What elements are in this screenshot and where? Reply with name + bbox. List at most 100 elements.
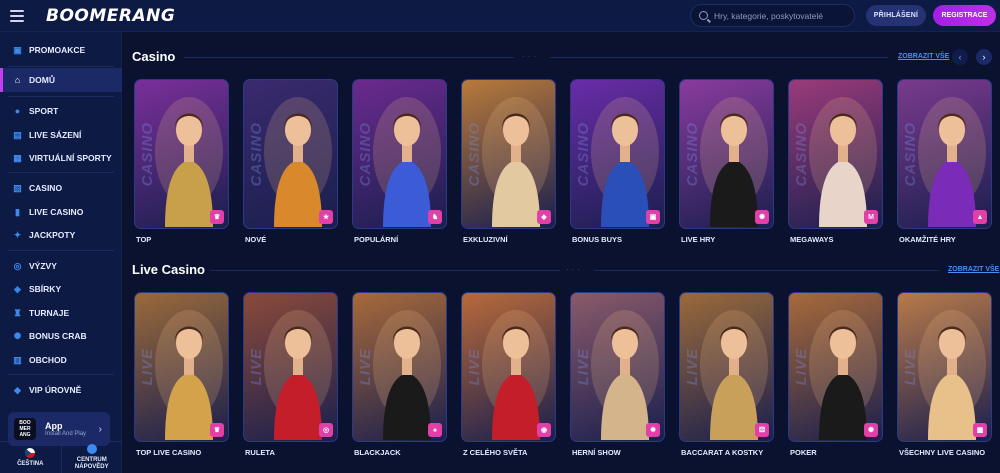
sidebar-item-live-casino[interactable]: ▮ LIVE CASINO (0, 200, 122, 224)
card-side-text: LIVE (139, 293, 156, 441)
game-category-card[interactable]: CASINO ♞ POPULÁRNÍ (352, 79, 447, 244)
card-label: LIVE HRY (681, 235, 716, 244)
wheel-icon: ✹ (646, 423, 660, 437)
character-illustration (809, 310, 877, 440)
sidebar-item-live-sazeni[interactable]: ▤ LIVE SÁZENÍ (0, 123, 122, 147)
card-label: TOP LIVE CASINO (136, 448, 202, 457)
sidebar-item-label: BONUS CRAB (29, 331, 87, 341)
live-casino-icon: ▮ (15, 206, 20, 217)
divider (8, 172, 114, 173)
sidebar-item-label: LIVE SÁZENÍ (29, 130, 82, 140)
sidebar-item-vip-urovne[interactable]: ◆ VIP ÚROVNĚ (0, 378, 122, 402)
game-category-card[interactable]: CASINO ✺ LIVE HRY (679, 79, 774, 244)
card-thumbnail: LIVE ▦ (897, 292, 992, 442)
section-dots: ··· (522, 52, 539, 61)
chip-icon: ✺ (864, 423, 878, 437)
game-category-card[interactable]: CASINO M MEGAWAYS (788, 79, 883, 244)
game-category-card[interactable]: LIVE ◉ Z CELÉHO SVĚTA (461, 292, 556, 457)
game-category-card[interactable]: LIVE ⚄ BACCARAT A KOSTKY (679, 292, 774, 457)
chevron-left-icon: ‹ (958, 52, 962, 62)
sidebar-item-label: LIVE CASINO (29, 207, 84, 217)
search-box[interactable] (690, 4, 855, 27)
register-button[interactable]: REGISTRACE (933, 5, 996, 26)
character-illustration (700, 310, 768, 440)
game-category-card[interactable]: CASINO ♛ TOP (134, 79, 229, 244)
sidebar-item-turnaje[interactable]: ♜ TURNAJE (0, 301, 122, 325)
divider (8, 250, 114, 251)
m-icon: M (864, 210, 878, 224)
card-thumbnail: LIVE ✺ (788, 292, 883, 442)
character-illustration (918, 310, 986, 440)
card-thumbnail: CASINO ♛ (134, 79, 229, 229)
game-category-card[interactable]: LIVE ◎ RULETA (243, 292, 338, 457)
help-center-button[interactable]: CENTRUM NÁPOVĚDY (60, 442, 123, 473)
card-thumbnail: LIVE ♛ (134, 292, 229, 442)
help-label: CENTRUM NÁPOVĚDY (74, 457, 109, 470)
card-side-text: CASINO (902, 80, 919, 228)
sidebar-item-promoakce[interactable]: ▣ PROMOAKCE (0, 38, 122, 62)
diamond-icon: ◆ (14, 384, 21, 395)
star-icon: ★ (319, 210, 333, 224)
game-category-card[interactable]: CASINO ▣ BONUS BUYS (570, 79, 665, 244)
sidebar-item-domu[interactable]: ⌂ DOMŮ (0, 68, 122, 92)
casino-next-button[interactable]: › (976, 49, 992, 65)
card-thumbnail: LIVE ♠ (352, 292, 447, 442)
game-category-card[interactable]: LIVE ▦ VŠECHNY LIVE CASINO (897, 292, 992, 457)
card-label: MEGAWAYS (790, 235, 834, 244)
grid-icon: ▦ (973, 423, 987, 437)
game-category-card[interactable]: LIVE ♛ TOP LIVE CASINO (134, 292, 229, 457)
sidebar-item-sbirky[interactable]: ◈ SBÍRKY (0, 277, 122, 301)
chevron-right-icon: › (982, 52, 986, 62)
app-logo: BOO MER ANG (14, 418, 36, 440)
trophy-icon: ♜ (13, 307, 22, 318)
game-category-card[interactable]: CASINO ▲ OKAMŽITÉ HRY (897, 79, 992, 244)
card-label: OKAMŽITÉ HRY (899, 235, 956, 244)
cards-icon: ▧ (13, 182, 22, 193)
character-illustration (482, 310, 550, 440)
card-label: VŠECHNY LIVE CASINO (899, 448, 986, 457)
search-input[interactable] (714, 10, 854, 21)
sidebar-item-bonus-crab[interactable]: ✺ BONUS CRAB (0, 324, 122, 348)
divider (8, 66, 114, 67)
login-button[interactable]: PŘIHLÁŠENÍ (866, 5, 926, 26)
menu-icon[interactable] (10, 6, 30, 26)
card-side-text: LIVE (575, 293, 592, 441)
card-side-text: LIVE (793, 293, 810, 441)
card-label: EXKLUZIVNÍ (463, 235, 508, 244)
section-title-casino: Casino (132, 49, 176, 64)
card-thumbnail: CASINO ♞ (352, 79, 447, 229)
card-thumbnail: LIVE ✹ (570, 292, 665, 442)
character-illustration (264, 97, 332, 227)
shop-icon: ▥ (13, 354, 22, 365)
sidebar-item-label: VÝZVY (29, 261, 57, 271)
card-thumbnail: LIVE ⚄ (679, 292, 774, 442)
sidebar-footer: ČEŠTINA CENTRUM NÁPOVĚDY (0, 441, 122, 473)
czech-flag-icon (25, 447, 36, 458)
ball-icon: ● (14, 106, 21, 116)
sidebar-item-sport[interactable]: ● SPORT (0, 99, 122, 123)
search-icon (699, 11, 708, 20)
card-side-text: CASINO (793, 80, 810, 228)
character-illustration (591, 97, 659, 227)
sidebar-item-casino[interactable]: ▧ CASINO (0, 176, 122, 200)
card-side-text: CASINO (575, 80, 592, 228)
game-category-card[interactable]: CASINO ◆ EXKLUZIVNÍ (461, 79, 556, 244)
live-casino-show-all-link[interactable]: ZOBRAZIT VŠE (948, 266, 999, 273)
sidebar-item-virtualni-sporty[interactable]: ▦ VIRTUÁLNÍ SPORTY (0, 146, 122, 170)
home-icon: ⌂ (14, 75, 21, 85)
section-dots: ··· (566, 265, 583, 274)
sidebar-item-jackpoty[interactable]: ✦ JACKPOTY (0, 223, 122, 247)
jackpot-icon: ✦ (13, 229, 22, 240)
casino-prev-button[interactable]: ‹ (952, 49, 968, 65)
casino-show-all-link[interactable]: ZOBRAZIT VŠE (898, 53, 949, 60)
logo[interactable]: BOOMERANG (46, 6, 175, 26)
sidebar-item-label: SBÍRKY (29, 284, 62, 294)
game-category-card[interactable]: LIVE ✺ POKER (788, 292, 883, 457)
sidebar-item-obchod[interactable]: ▥ OBCHOD (0, 348, 122, 372)
card-side-text: LIVE (466, 293, 483, 441)
language-selector[interactable]: ČEŠTINA (0, 442, 61, 473)
game-category-card[interactable]: LIVE ✹ HERNÍ SHOW (570, 292, 665, 457)
game-category-card[interactable]: LIVE ♠ BLACKJACK (352, 292, 447, 457)
sidebar-item-vyzvy[interactable]: ◎ VÝZVY (0, 254, 122, 278)
game-category-card[interactable]: CASINO ★ NOVÉ (243, 79, 338, 244)
